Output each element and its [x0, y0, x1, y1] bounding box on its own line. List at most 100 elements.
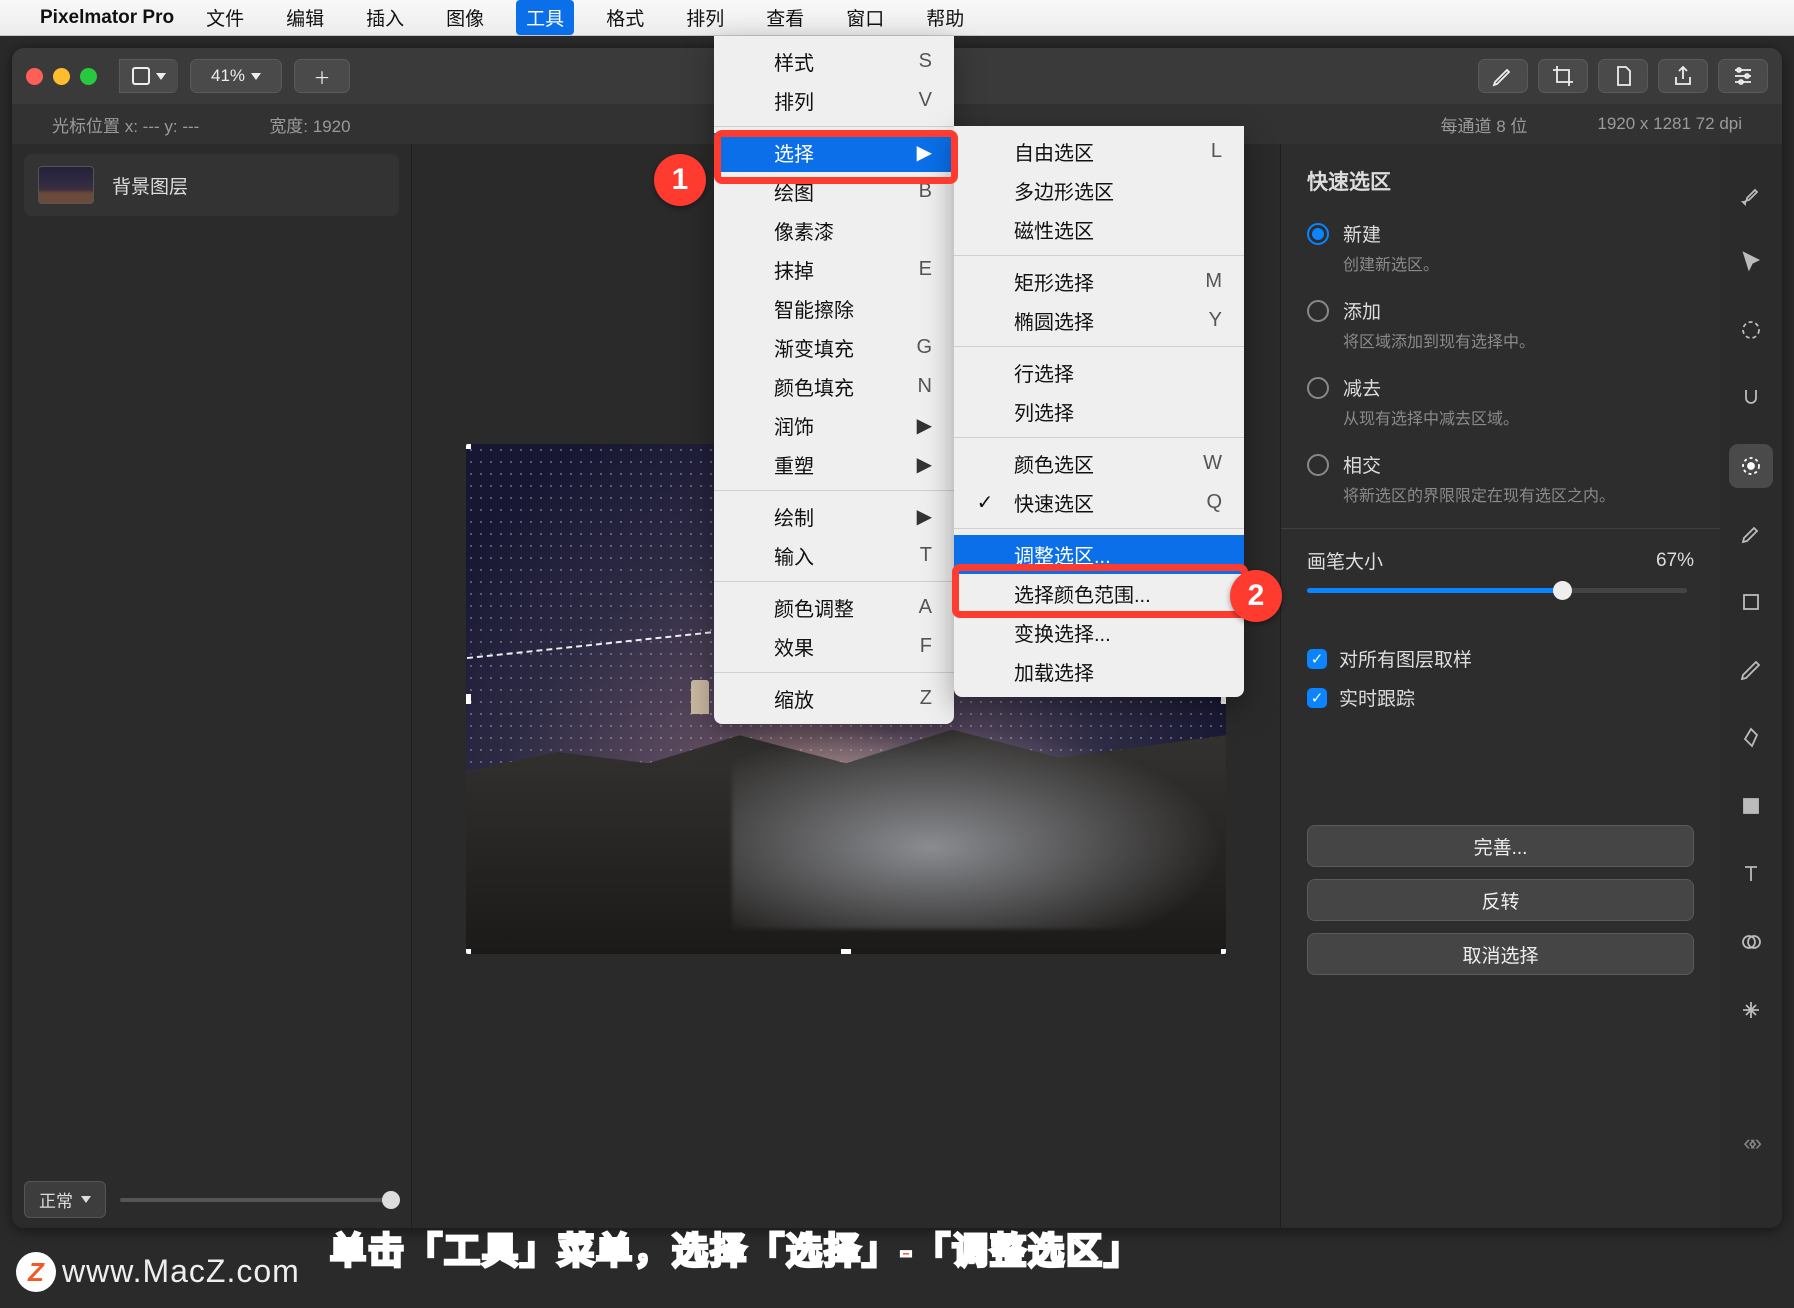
watermark-text: www.MacZ.com [62, 1253, 300, 1290]
traffic-lights [26, 68, 97, 85]
tools-menu-item[interactable]: 效果F [714, 627, 954, 666]
select-menu-item[interactable]: 自由选区L [954, 132, 1244, 171]
pen-tool-button[interactable] [1478, 59, 1528, 93]
tools-menu-item[interactable]: 抹掉E [714, 250, 954, 289]
menu-item-label: 列选择 [1014, 397, 1172, 426]
select-menu-item[interactable]: 选择颜色范围... [954, 574, 1244, 613]
sample-all-layers-checkbox[interactable]: ✓对所有图层取样 [1307, 645, 1694, 672]
radio-icon [1307, 223, 1329, 245]
opacity-slider[interactable] [120, 1198, 400, 1202]
selection-mode-option[interactable]: 相交将新选区的界限限定在现有选区之内。 [1307, 451, 1694, 506]
selection-mode-option[interactable]: 减去从现有选择中减去区域。 [1307, 374, 1694, 429]
app-name[interactable]: Pixelmator Pro [40, 7, 174, 29]
select-menu-item[interactable]: 磁性选区 [954, 210, 1244, 249]
minimize-icon[interactable] [53, 68, 70, 85]
tools-menu-item[interactable]: 选择▶ [714, 133, 954, 172]
menu-help[interactable]: 帮助 [916, 0, 974, 35]
deselect-button[interactable]: 取消选择 [1307, 933, 1694, 975]
sparkle-icon [1739, 998, 1763, 1022]
tools-menu-item[interactable]: 重塑▶ [714, 445, 954, 484]
select-menu-item[interactable]: 椭圆选择Y [954, 301, 1244, 340]
tools-menu-item[interactable]: 渐变填充G [714, 328, 954, 367]
select-menu-item[interactable]: 调整选区... [954, 535, 1244, 574]
select-menu-item[interactable]: 多边形选区 [954, 171, 1244, 210]
resize-handle[interactable] [1221, 949, 1226, 954]
close-icon[interactable] [26, 68, 43, 85]
share-button[interactable] [1658, 59, 1708, 93]
menu-edit[interactable]: 编辑 [276, 0, 334, 35]
checkbox-icon: ✓ [1307, 649, 1327, 669]
blend-mode-dropdown[interactable]: 正常 [24, 1181, 106, 1218]
select-menu-item[interactable]: 颜色选区W [954, 444, 1244, 483]
pen-tool[interactable] [1729, 648, 1773, 692]
menu-window[interactable]: 窗口 [836, 0, 894, 35]
nib-tool[interactable] [1729, 716, 1773, 760]
menu-image[interactable]: 图像 [436, 0, 494, 35]
select-menu-item[interactable]: 变换选择... [954, 613, 1244, 652]
document-button[interactable] [1598, 59, 1648, 93]
menu-insert[interactable]: 插入 [356, 0, 414, 35]
tools-menu-item[interactable]: 智能擦除 [714, 289, 954, 328]
zoom-dropdown[interactable]: 41% [190, 59, 282, 93]
invert-button[interactable]: 反转 [1307, 879, 1694, 921]
effects-tool[interactable] [1729, 988, 1773, 1032]
resize-handle[interactable] [841, 949, 851, 954]
menu-item-label: 润饰 [774, 411, 897, 440]
sidebar-toggle-button[interactable] [119, 59, 178, 93]
menu-format[interactable]: 格式 [596, 0, 654, 35]
shortcut-label: Q [1192, 491, 1222, 514]
paint-tool[interactable] [1729, 512, 1773, 556]
tools-menu-item[interactable]: 排列V [714, 81, 954, 120]
shape-tool[interactable] [1729, 580, 1773, 624]
layer-row[interactable]: 背景图层 [24, 154, 399, 216]
tools-menu-item[interactable]: 绘图B [714, 172, 954, 211]
adjust-button[interactable] [1718, 59, 1768, 93]
menu-item-label: 智能擦除 [774, 294, 882, 323]
tools-menu-item[interactable]: 样式S [714, 42, 954, 81]
select-menu-item[interactable]: 列选择 [954, 392, 1244, 431]
inspector-panel: 快速选区 新建创建新选区。添加将区域添加到现有选择中。减去从现有选择中减去区域。… [1280, 144, 1720, 1228]
resize-handle[interactable] [466, 949, 471, 954]
quick-select-icon [1739, 454, 1763, 478]
magnetic-tool[interactable] [1729, 376, 1773, 420]
menu-separator [954, 346, 1244, 347]
resize-handle[interactable] [466, 694, 471, 704]
tools-menu-item[interactable]: 润饰▶ [714, 406, 954, 445]
selection-mode-option[interactable]: 新建创建新选区。 [1307, 220, 1694, 275]
menu-tools[interactable]: 工具 [516, 0, 574, 35]
live-tracking-checkbox[interactable]: ✓实时跟踪 [1307, 684, 1694, 711]
text-tool[interactable] [1729, 852, 1773, 896]
more-tools-chevron[interactable]: « » [1743, 1130, 1756, 1156]
fill-tool[interactable] [1729, 784, 1773, 828]
select-menu-item[interactable]: 行选择 [954, 353, 1244, 392]
arrow-tool[interactable] [1729, 240, 1773, 284]
selection-mode-option[interactable]: 添加将区域添加到现有选择中。 [1307, 297, 1694, 352]
color-tool[interactable] [1729, 920, 1773, 964]
menu-file[interactable]: 文件 [196, 0, 254, 35]
brush-size-slider[interactable] [1307, 588, 1687, 593]
add-button[interactable]: ＋ [294, 59, 350, 93]
zoom-icon[interactable] [80, 68, 97, 85]
refine-button[interactable]: 完善... [1307, 825, 1694, 867]
tools-menu-item[interactable]: 绘制▶ [714, 497, 954, 536]
style-tool[interactable] [1729, 172, 1773, 216]
tools-menu-item[interactable]: 颜色填充N [714, 367, 954, 406]
menu-view[interactable]: 查看 [756, 0, 814, 35]
resize-handle[interactable] [466, 444, 471, 449]
select-menu-item[interactable]: 加载选择 [954, 652, 1244, 691]
select-menu-item[interactable]: 矩形选择M [954, 262, 1244, 301]
slider-thumb[interactable] [382, 1191, 400, 1209]
menu-arrange[interactable]: 排列 [676, 0, 734, 35]
menu-item-label: 绘制 [774, 502, 897, 531]
marquee-tool[interactable] [1729, 308, 1773, 352]
tools-menu-item[interactable]: 颜色调整A [714, 588, 954, 627]
crop-button[interactable] [1538, 59, 1588, 93]
tools-menu-item[interactable]: 输入T [714, 536, 954, 575]
select-menu-item[interactable]: ✓快速选区Q [954, 483, 1244, 522]
tools-menu-item[interactable]: 缩放Z [714, 679, 954, 718]
slider-thumb[interactable] [1553, 581, 1572, 600]
tools-menu-item[interactable]: 像素漆 [714, 211, 954, 250]
text-icon [1739, 862, 1763, 886]
instruction-text: 单击「工具」菜单，选择「选择」-「调整选区」 [330, 1222, 1142, 1274]
quick-select-tool[interactable] [1729, 444, 1773, 488]
